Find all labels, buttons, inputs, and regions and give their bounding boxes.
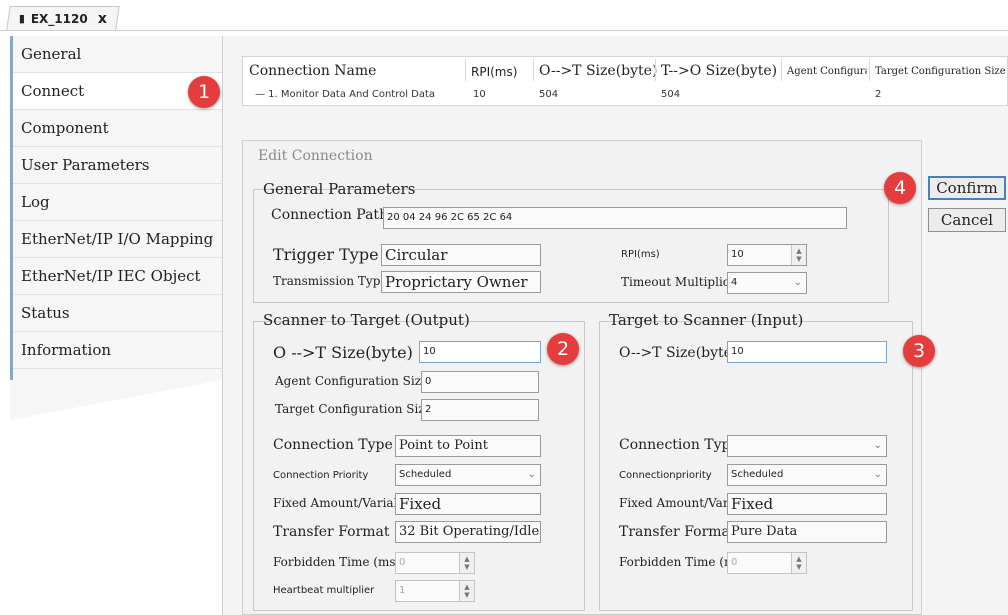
input-connection-priority-label: Connectionpriority bbox=[619, 470, 712, 481]
output-forbidden-time-stepper[interactable]: 0 ▲ ▼ bbox=[395, 552, 475, 574]
input-fixed-variable-field[interactable]: Fixed bbox=[727, 493, 887, 515]
dialog-title: Edit Connection bbox=[258, 148, 373, 164]
sidebar-item-log[interactable]: Log bbox=[13, 184, 225, 221]
spin-arrows-icon[interactable]: ▲ ▼ bbox=[459, 553, 474, 573]
device-icon: ▮ bbox=[18, 12, 25, 25]
spin-arrows-icon[interactable]: ▲ ▼ bbox=[791, 553, 806, 573]
input-transfer-format-label: Transfer Format bbox=[619, 524, 736, 540]
cancel-button[interactable]: Cancel bbox=[928, 208, 1006, 232]
heartbeat-value: 1 bbox=[399, 585, 406, 596]
chevron-down-icon: ⌄ bbox=[793, 277, 802, 288]
input-transfer-format-field[interactable]: Pure Data bbox=[727, 521, 887, 543]
sidebar-item-io-mapping[interactable]: EtherNet/IP I/O Mapping bbox=[13, 221, 225, 258]
input-connection-type-select[interactable]: ⌄ bbox=[727, 435, 887, 457]
transmission-type-label: Transmission Type bbox=[273, 274, 388, 288]
sidebar-item-information[interactable]: Information bbox=[13, 332, 225, 369]
rpi-stepper[interactable]: 10 ▲ ▼ bbox=[727, 244, 807, 266]
input-connection-priority-select[interactable]: Scheduled ⌄ bbox=[727, 464, 887, 486]
output-priority-value: Scheduled bbox=[399, 469, 452, 480]
chevron-down-icon: ⌄ bbox=[873, 469, 882, 480]
cell-rpi: 10 bbox=[473, 89, 486, 100]
input-group-title: Target to Scanner (Input) bbox=[609, 311, 804, 329]
output-forbidden-value: 0 bbox=[399, 557, 406, 568]
output-fixed-variable-label: Fixed Amount/Variable bbox=[273, 496, 413, 510]
transmission-type-field[interactable]: Proprictary Owner bbox=[381, 271, 541, 293]
timeout-multiplication-select[interactable]: 4 ⌄ bbox=[727, 272, 807, 294]
connection-path-label: Connection Path bbox=[271, 207, 389, 223]
input-priority-value: Scheduled bbox=[731, 469, 784, 480]
tab-divider bbox=[0, 30, 1008, 31]
step-marker-3: 3 bbox=[903, 335, 935, 367]
sidebar-item-iec-object[interactable]: EtherNet/IP IEC Object bbox=[13, 258, 225, 295]
cell-target-config: 2 bbox=[875, 89, 882, 100]
column-separator bbox=[465, 59, 466, 81]
column-header-to-size[interactable]: T-->O Size(byte) bbox=[661, 63, 777, 79]
input-connection-type-label: Connection Type bbox=[619, 437, 739, 453]
document-tab-bar: ▮ EX_1120 x bbox=[0, 0, 1008, 32]
output-connection-priority-select[interactable]: Scheduled ⌄ bbox=[395, 464, 541, 486]
column-header-connection-name[interactable]: Connection Name bbox=[249, 63, 376, 79]
edit-connection-dialog: Edit Connection General Parameters Conne… bbox=[242, 140, 922, 615]
trigger-type-field[interactable]: Circular bbox=[381, 244, 541, 266]
output-fixed-variable-field[interactable]: Fixed bbox=[395, 493, 541, 515]
input-ot-size-label: O-->T Size(byte) bbox=[619, 345, 738, 361]
output-ot-size-field[interactable]: 10 bbox=[419, 341, 541, 363]
chevron-down-icon: ⌄ bbox=[873, 440, 882, 451]
column-separator bbox=[869, 59, 870, 81]
output-group-title: Scanner to Target (Output) bbox=[263, 311, 470, 329]
connections-table: Connection Name RPI(ms) O-->T Size(byte)… bbox=[242, 56, 1008, 106]
chevron-down-icon: ⌄ bbox=[527, 469, 536, 480]
tab-title: EX_1120 bbox=[30, 11, 88, 26]
rpi-label: RPI(ms) bbox=[621, 249, 660, 260]
agent-config-size-label: Agent Configuration Size bbox=[275, 374, 429, 388]
close-icon[interactable]: x bbox=[98, 11, 107, 27]
input-forbidden-time-stepper[interactable]: 0 ▲ ▼ bbox=[727, 552, 807, 574]
heartbeat-multiplier-stepper[interactable]: 1 ▲ ▼ bbox=[395, 580, 475, 602]
cell-connection-name: — 1. Monitor Data And Control Data bbox=[255, 89, 436, 100]
column-header-agent-config[interactable]: Agent Configuration... bbox=[787, 66, 867, 77]
output-ot-size-label: O -->T Size(byte) bbox=[273, 343, 413, 362]
target-config-size-label: Target Configuration Size bbox=[275, 402, 432, 416]
input-ot-size-field[interactable]: 10 bbox=[727, 341, 887, 363]
general-parameters-title: General Parameters bbox=[263, 180, 416, 198]
spin-arrows-icon[interactable]: ▲ ▼ bbox=[459, 581, 474, 601]
step-marker-1: 1 bbox=[188, 76, 220, 108]
sidebar-item-component[interactable]: Component bbox=[13, 110, 225, 147]
column-separator bbox=[655, 59, 656, 81]
confirm-button[interactable]: Confirm bbox=[928, 176, 1006, 200]
output-transfer-format-field[interactable]: 32 Bit Operating/Idle bbox=[395, 521, 541, 543]
column-header-rpi[interactable]: RPI(ms) bbox=[471, 65, 517, 79]
output-transfer-format-label: Transfer Format bbox=[273, 524, 390, 540]
column-header-ot-size[interactable]: O-->T Size(byte) bbox=[539, 63, 657, 79]
output-forbidden-time-label: Forbidden Time (ms) bbox=[273, 555, 401, 569]
sidebar-item-user-parameters[interactable]: User Parameters bbox=[13, 147, 225, 184]
input-forbidden-value: 0 bbox=[731, 557, 738, 568]
spin-arrows-icon[interactable]: ▲ ▼ bbox=[791, 245, 806, 265]
output-connection-type-label: Connection Type bbox=[273, 437, 393, 453]
trigger-type-label: Trigger Type bbox=[273, 245, 379, 264]
heartbeat-multiplier-label: Heartbeat multiplier bbox=[273, 585, 375, 596]
sidebar-item-general[interactable]: General bbox=[13, 36, 225, 73]
column-header-target-config[interactable]: Target Configuration Size (byte) bbox=[875, 66, 1007, 77]
output-connection-priority-label: Connection Priority bbox=[273, 470, 369, 481]
column-separator bbox=[533, 59, 534, 81]
connection-path-field[interactable]: 20 04 24 96 2C 65 2C 64 bbox=[383, 207, 847, 229]
tab-ex-1120[interactable]: ▮ EX_1120 x bbox=[6, 6, 120, 30]
rpi-value: 10 bbox=[731, 249, 744, 260]
cell-ot-size: 504 bbox=[539, 89, 559, 100]
step-marker-2: 2 bbox=[547, 333, 579, 365]
output-connection-type-field[interactable]: Point to Point bbox=[395, 435, 541, 457]
target-config-size-field[interactable]: 2 bbox=[421, 399, 539, 421]
timeout-value: 4 bbox=[731, 277, 738, 288]
column-separator bbox=[781, 59, 782, 81]
step-marker-4: 4 bbox=[884, 172, 916, 204]
cell-to-size: 504 bbox=[661, 89, 681, 100]
agent-config-size-field[interactable]: 0 bbox=[421, 371, 539, 393]
sidebar-item-status[interactable]: Status bbox=[13, 295, 225, 332]
sidebar-edge bbox=[10, 380, 222, 420]
